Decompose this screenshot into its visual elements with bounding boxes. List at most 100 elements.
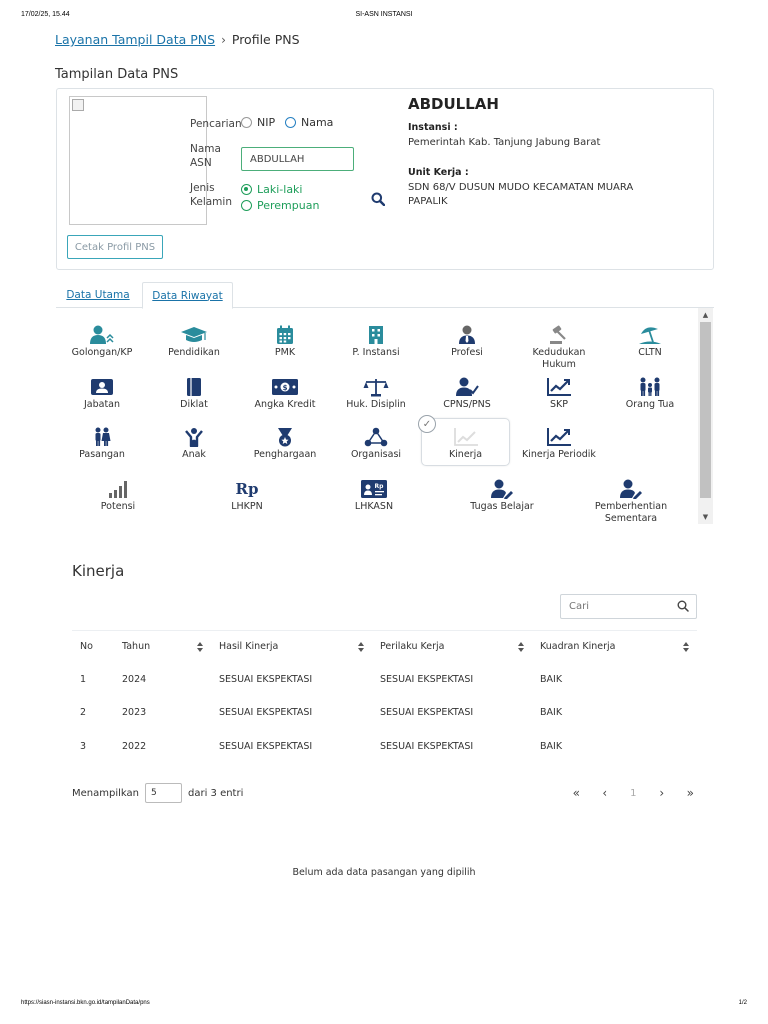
breadcrumb-link-layanan[interactable]: Layanan Tampil Data PNS [55, 32, 215, 47]
riwayat-item-label: Pemberhentian Sementara [594, 501, 668, 524]
page-size-control: Menampilkan dari 3 entri [72, 783, 243, 803]
riwayat-item-label: SKP [550, 399, 568, 410]
nama-asn-label: Nama ASN [190, 143, 221, 169]
pencarian-label: Pencarian [190, 118, 242, 130]
riwayat-item-jabatan[interactable]: Jabatan [54, 376, 150, 411]
sort-icon[interactable] [358, 642, 364, 652]
radio-nama-dot[interactable] [285, 117, 296, 128]
tab-bar: Data Utama Data Riwayat [56, 282, 714, 309]
cell-tahun: 2023 [122, 707, 147, 719]
building-icon [368, 324, 384, 346]
unit-kerja-label: Unit Kerja : [408, 167, 469, 178]
breadcrumb-current: Profile PNS [231, 32, 300, 47]
umbrella-beach-icon [638, 324, 662, 346]
riwayat-item-penghargaan[interactable]: Penghargaan [237, 426, 333, 461]
instansi-label: Instansi : [408, 122, 458, 133]
graduation-cap-icon [180, 324, 208, 346]
riwayat-item-label: Pasangan [79, 449, 125, 460]
tab-data-utama[interactable]: Data Utama [60, 282, 136, 308]
riwayat-item-pendidikan[interactable]: Pendidikan [146, 324, 242, 359]
col-kuadran-kinerja[interactable]: Kuadran Kinerja [532, 630, 697, 663]
icon-grid-scrollbar[interactable]: ▲ ▼ [698, 308, 713, 524]
cell-tahun: 2024 [122, 673, 147, 685]
menampilkan-label: Menampilkan [72, 787, 139, 799]
cell-kuadran-kinerja: BAIK [540, 740, 563, 752]
radio-nip-dot[interactable] [241, 117, 252, 128]
gavel-icon [548, 324, 570, 346]
riwayat-item-golongan-kp[interactable]: Golongan/KP [54, 324, 150, 359]
radio-perempuan-dot[interactable] [241, 200, 252, 211]
svg-text:Rp: Rp [236, 480, 259, 498]
radio-laki-laki-dot[interactable] [241, 184, 252, 195]
last-page-icon[interactable]: » [676, 786, 705, 800]
riwayat-item-orang-tua[interactable]: Orang Tua [602, 376, 698, 411]
riwayat-item-pemberhentian-sementara[interactable]: Pemberhentian Sementara [583, 478, 679, 525]
riwayat-item-cpns-pns[interactable]: CPNS/PNS [419, 376, 515, 411]
couple-icon [93, 426, 111, 448]
user-edit-icon [619, 478, 643, 500]
svg-text:$: $ [283, 384, 288, 392]
sort-icon[interactable] [683, 642, 689, 652]
next-page-icon[interactable]: › [648, 786, 677, 800]
network-icon [364, 426, 388, 448]
search-button[interactable] [367, 188, 389, 210]
riwayat-item-cltn[interactable]: CLTN [602, 324, 698, 359]
col-tahun-label: Tahun [122, 641, 151, 653]
riwayat-item-label: Huk. Disiplin [346, 399, 406, 410]
prev-page-icon[interactable]: ‹ [591, 786, 620, 800]
print-title: SI-ASN INSTANSI [355, 11, 413, 18]
riwayat-item-p-instansi[interactable]: P. Instansi [328, 324, 424, 359]
tab-data-riwayat[interactable]: Data Riwayat [142, 282, 233, 309]
scroll-down-icon[interactable]: ▼ [698, 511, 713, 523]
cetak-profil-button[interactable]: Cetak Profil PNS [67, 235, 163, 259]
nama-asn-input[interactable] [241, 147, 354, 171]
col-tahun[interactable]: Tahun [114, 630, 211, 663]
calendar-icon [276, 324, 294, 346]
radio-nama-label: Nama [301, 116, 334, 129]
book-icon [186, 376, 202, 398]
page-size-input[interactable] [144, 783, 182, 803]
riwayat-item-tugas-belajar[interactable]: Tugas Belajar [454, 478, 550, 513]
search-icon[interactable] [677, 600, 689, 612]
riwayat-item-lhkpn[interactable]: Rp LHKPN [199, 478, 295, 513]
radio-nama[interactable]: Nama [285, 116, 333, 129]
kinerja-search-input[interactable] [569, 598, 669, 615]
riwayat-item-diklat[interactable]: Diklat [146, 376, 242, 411]
riwayat-item-pasangan[interactable]: Pasangan [54, 426, 150, 461]
sort-icon[interactable] [197, 642, 203, 652]
riwayat-item-organisasi[interactable]: Organisasi [328, 426, 424, 461]
col-hasil-kinerja-label: Hasil Kinerja [219, 641, 279, 653]
riwayat-item-huk-disiplin[interactable]: Huk. Disiplin [328, 376, 424, 411]
cell-kuadran-kinerja: BAIK [540, 707, 563, 719]
user-edit-icon [490, 478, 514, 500]
col-hasil-kinerja[interactable]: Hasil Kinerja [211, 630, 372, 663]
pagination: « ‹ 1 › » [562, 783, 705, 803]
col-perilaku-kerja[interactable]: Perilaku Kerja [372, 630, 532, 663]
riwayat-item-kedudukan-hukum[interactable]: Kedudukan Hukum [511, 324, 607, 371]
cell-perilaku-kerja: SESUAI EKSPEKTASI [380, 740, 474, 752]
riwayat-item-angka-kredit[interactable]: $ Angka Kredit [237, 376, 333, 411]
radio-laki-laki[interactable]: Laki-laki [241, 183, 303, 196]
radio-perempuan[interactable]: Perempuan [241, 199, 319, 212]
scroll-up-icon[interactable]: ▲ [698, 309, 713, 321]
sort-icon[interactable] [518, 642, 524, 652]
col-no: No [72, 630, 114, 663]
scrollbar-thumb[interactable] [700, 322, 711, 498]
bar-chart-icon [107, 478, 129, 500]
riwayat-item-pmk[interactable]: PMK [237, 324, 333, 359]
col-kuadran-kinerja-label: Kuadran Kinerja [540, 641, 616, 653]
riwayat-item-lhkasn[interactable]: Rp LHKASN [326, 478, 422, 513]
riwayat-item-skp[interactable]: SKP [511, 376, 607, 411]
riwayat-item-kinerja[interactable]: ✓ Kinerja [418, 415, 510, 466]
riwayat-item-potensi[interactable]: Potensi [70, 478, 166, 513]
riwayat-item-profesi[interactable]: Profesi [419, 324, 515, 359]
first-page-icon[interactable]: « [562, 786, 591, 800]
breadcrumb: Layanan Tampil Data PNS › Profile PNS [55, 32, 300, 47]
riwayat-item-label: Jabatan [83, 399, 121, 410]
page-number[interactable]: 1 [619, 788, 648, 799]
riwayat-item-label: P. Instansi [352, 347, 400, 358]
riwayat-item-label: Kinerja [448, 449, 483, 460]
radio-nip[interactable]: NIP [241, 116, 275, 129]
riwayat-item-kinerja-periodik[interactable]: Kinerja Periodik [511, 426, 607, 461]
riwayat-item-anak[interactable]: Anak [146, 426, 242, 461]
